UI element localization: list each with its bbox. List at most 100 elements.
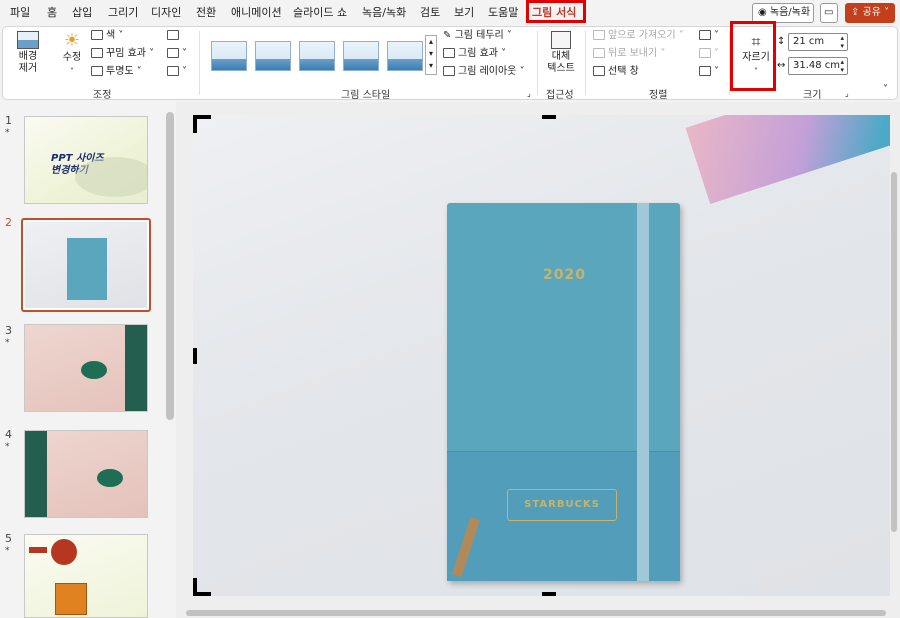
send-backward-icon: [593, 48, 605, 58]
notebook-brand-label: STARBUCKS: [507, 489, 617, 521]
highlight-box-picture-format: [526, 0, 586, 23]
tab-file[interactable]: 파일: [10, 4, 30, 22]
tab-draw[interactable]: 그리기: [108, 4, 138, 22]
tab-slideshow[interactable]: 슬라이드 쇼: [293, 4, 347, 22]
highlight-box-crop: [730, 21, 776, 91]
tab-view[interactable]: 보기: [454, 4, 474, 22]
reset-picture-button[interactable]: ˅: [167, 65, 187, 79]
tab-transitions[interactable]: 전환: [196, 4, 216, 22]
picture-border-button[interactable]: ✎ 그림 테두리 ˅: [443, 29, 512, 43]
crop-handle-bottom-left[interactable]: [193, 578, 197, 596]
tab-review[interactable]: 검토: [420, 4, 440, 22]
slide-canvas: 2020 STARBUCKS: [176, 102, 900, 618]
group-button[interactable]: ˅: [699, 47, 719, 61]
tab-home[interactable]: 홈: [47, 4, 57, 22]
corrections-button[interactable]: ☀ 수정 ˅: [57, 31, 87, 79]
slide-number: 2: [5, 216, 12, 229]
selection-pane-button[interactable]: 선택 창: [593, 65, 639, 79]
artistic-effects-icon: [91, 48, 103, 58]
group-label-arrange: 정렬: [649, 90, 668, 101]
slide-thumbnail-5[interactable]: [24, 534, 148, 618]
animation-star-icon: *: [5, 338, 10, 348]
tab-design[interactable]: 디자인: [151, 4, 181, 22]
divider: [537, 31, 538, 95]
picture-layout-button[interactable]: 그림 레이아웃 ˅: [443, 65, 525, 79]
remove-background-button[interactable]: 배경 제거: [13, 31, 43, 75]
remove-background-icon: [17, 31, 39, 49]
crop-handle-top[interactable]: [542, 115, 556, 119]
picture-effects-button[interactable]: 그림 효과 ˅: [443, 47, 506, 61]
tab-help[interactable]: 도움말: [488, 4, 518, 22]
alt-text-button[interactable]: 대체 텍스트: [545, 31, 577, 75]
transparency-icon: [91, 66, 103, 76]
slide-4-logo: [97, 469, 123, 487]
dialog-launcher-icon[interactable]: ⌟: [845, 87, 849, 101]
crop-handle-left[interactable]: [193, 348, 197, 364]
animation-star-icon: *: [5, 128, 10, 138]
slide-thumbnail-1[interactable]: PPT 사이즈 변경하기: [24, 116, 148, 204]
picture-effects-icon: [443, 48, 455, 58]
spinner-icon[interactable]: ▴ ▾: [840, 58, 844, 74]
group-label-picture-styles: 그림 스타일: [341, 90, 391, 101]
style-thumb[interactable]: [211, 41, 247, 71]
height-input[interactable]: 21 cm ▴ ▾: [788, 33, 848, 51]
bring-forward-icon: [593, 30, 605, 40]
reset-picture-icon: [167, 66, 179, 76]
notebook-elastic-band: [637, 203, 649, 581]
slide-number: 4: [5, 428, 12, 441]
compress-pictures-button[interactable]: [167, 29, 182, 43]
slide-3-band: [125, 325, 147, 411]
align-icon: [699, 30, 711, 40]
change-picture-button[interactable]: ˅: [167, 47, 187, 61]
send-backward-button[interactable]: 뒤로 보내기 ˅: [593, 47, 665, 61]
color-button[interactable]: 색 ˅: [91, 29, 123, 43]
record-icon: ◉: [758, 7, 770, 18]
style-thumb[interactable]: [387, 41, 423, 71]
rotate-button[interactable]: ˅: [699, 65, 719, 79]
gallery-scroll[interactable]: ▴ ▾ ▾: [425, 35, 437, 75]
picture-layout-icon: [443, 66, 455, 76]
slide-thumbnail-4[interactable]: [24, 430, 148, 518]
animation-star-icon: *: [5, 442, 10, 452]
slide-thumbnail-2[interactable]: [21, 218, 151, 312]
artistic-effects-button[interactable]: 꾸밈 효과 ˅: [91, 47, 154, 61]
chevron-down-icon: ˅: [880, 7, 890, 18]
slide-number: 3: [5, 324, 12, 337]
share-button[interactable]: ⇪ 공유 ˅: [845, 3, 895, 23]
sun-icon: ☀: [63, 30, 81, 51]
tab-insert[interactable]: 삽입: [72, 4, 92, 22]
slide-4-band: [25, 431, 47, 517]
width-input[interactable]: 31.48 cm ▴ ▾: [788, 57, 848, 75]
record-button[interactable]: ◉ 녹음/녹화: [752, 3, 814, 23]
transparency-button[interactable]: 투명도 ˅: [91, 65, 142, 79]
align-button[interactable]: ˅: [699, 29, 719, 43]
spinner-icon[interactable]: ▴ ▾: [840, 34, 844, 50]
crop-handle-top-left[interactable]: [193, 115, 197, 133]
compress-icon: [167, 30, 179, 40]
canvas-vertical-scrollbar[interactable]: [891, 172, 897, 532]
slide-number: 5: [5, 532, 12, 545]
tab-animations[interactable]: 애니메이션: [231, 4, 282, 22]
fabric-corner: [685, 115, 890, 204]
collapse-ribbon-icon[interactable]: ˅: [883, 83, 888, 97]
slide-2-photo: [25, 222, 147, 308]
group-label-size: 크기: [803, 90, 822, 101]
slide-thumbnail-3[interactable]: [24, 324, 148, 412]
dialog-launcher-icon[interactable]: ⌟: [527, 87, 531, 101]
style-thumb[interactable]: [255, 41, 291, 71]
thumbnail-scrollbar[interactable]: [166, 112, 174, 420]
style-thumb[interactable]: [299, 41, 335, 71]
comments-button[interactable]: ▭: [820, 3, 838, 23]
canvas-horizontal-scrollbar[interactable]: [186, 610, 886, 616]
tab-record[interactable]: 녹음/녹화: [362, 4, 406, 22]
selected-picture[interactable]: 2020 STARBUCKS: [193, 115, 890, 596]
crop-handle-bottom[interactable]: [542, 592, 556, 596]
animation-star-icon: *: [5, 546, 10, 556]
slide-5-circle: [51, 539, 77, 565]
width-icon: ↔: [777, 60, 786, 71]
bring-forward-button[interactable]: 앞으로 가져오기 ˅: [593, 29, 684, 43]
group-icon: [699, 48, 711, 58]
slide-number: 1: [5, 114, 12, 127]
style-thumb[interactable]: [343, 41, 379, 71]
change-picture-icon: [167, 48, 179, 58]
